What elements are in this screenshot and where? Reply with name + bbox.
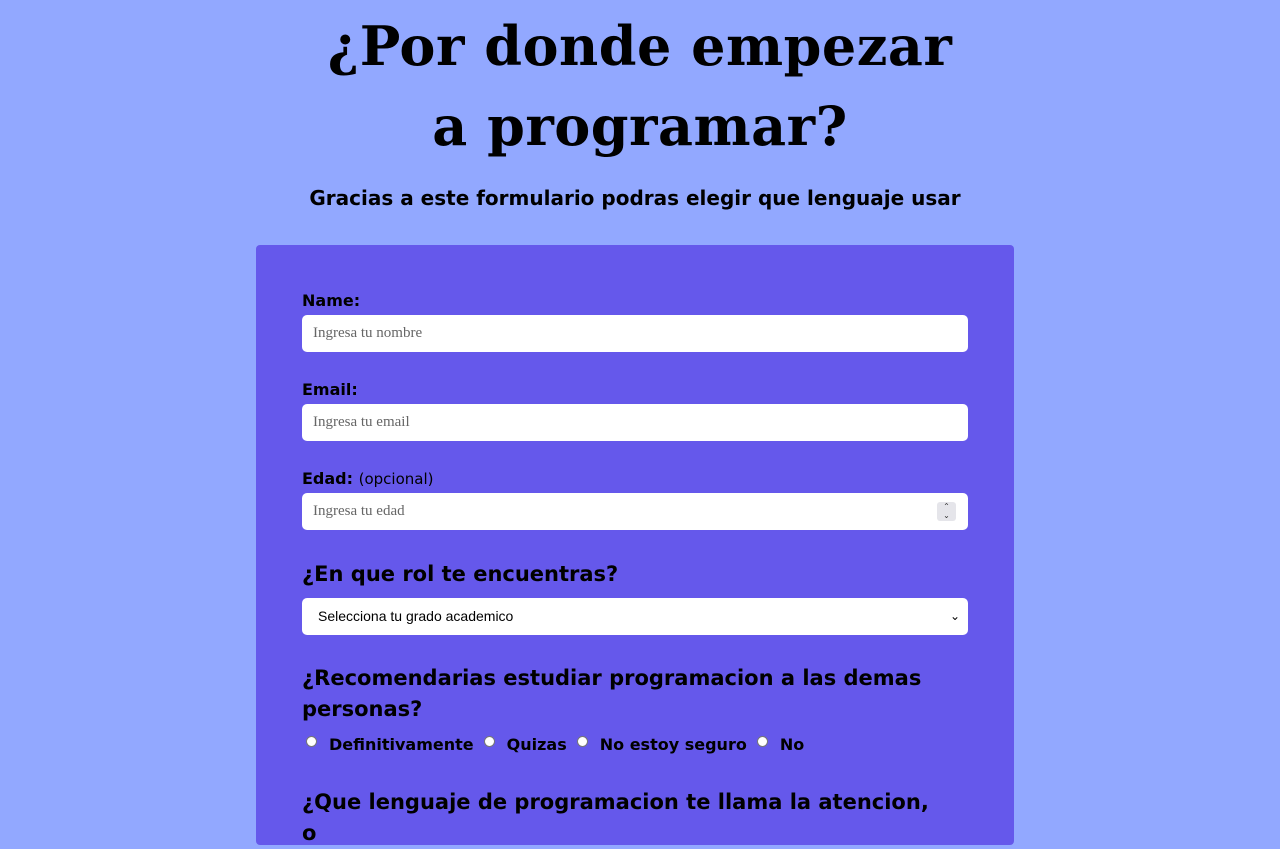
radio-quizas[interactable] xyxy=(483,736,495,747)
page-title: ¿Por donde empezar a programar? xyxy=(327,14,953,158)
radio-label: Definitivamente xyxy=(329,735,474,754)
name-label: Name: xyxy=(302,291,361,310)
radio-definitivamente[interactable] xyxy=(306,736,317,747)
role-question: ¿En que rol te encuentras? xyxy=(302,562,619,586)
role-select-value: Selecciona tu grado academico xyxy=(318,608,514,624)
radio-label: No estoy seguro xyxy=(599,735,747,754)
survey-form: Name: Email: Edad: (opcional) ⌃⌄ ¿En que… xyxy=(256,245,1014,845)
age-label-text: Edad: xyxy=(302,469,354,488)
number-spinner-icon[interactable]: ⌃ ⌄ xyxy=(937,502,956,521)
radio-label: No xyxy=(779,735,805,754)
radio-no-estoy-seguro[interactable] xyxy=(576,736,588,747)
page-subtitle: Gracias a este formulario podras elegir … xyxy=(309,186,961,210)
age-label: Edad: (opcional) xyxy=(302,469,433,488)
age-input[interactable] xyxy=(302,493,968,530)
role-select[interactable]: Selecciona tu grado academico ⌄ xyxy=(302,598,968,635)
email-input[interactable] xyxy=(302,404,968,441)
radio-no[interactable] xyxy=(756,736,768,747)
email-label: Email: xyxy=(302,380,358,399)
recommend-question: ¿Recomendarias estudiar programacion a l… xyxy=(302,666,922,721)
age-field-wrapper: ⌃⌄ xyxy=(256,493,1014,530)
age-optional-text: (opcional) xyxy=(358,470,434,488)
recommend-options: Definitivamente Quizas No estoy seguro N… xyxy=(306,735,814,754)
language-question: ¿Que lenguaje de programacion te llama l… xyxy=(302,790,929,845)
name-input[interactable] xyxy=(302,315,968,352)
radio-label: Quizas xyxy=(506,735,567,754)
chevron-down-icon: ⌄ xyxy=(949,609,960,623)
